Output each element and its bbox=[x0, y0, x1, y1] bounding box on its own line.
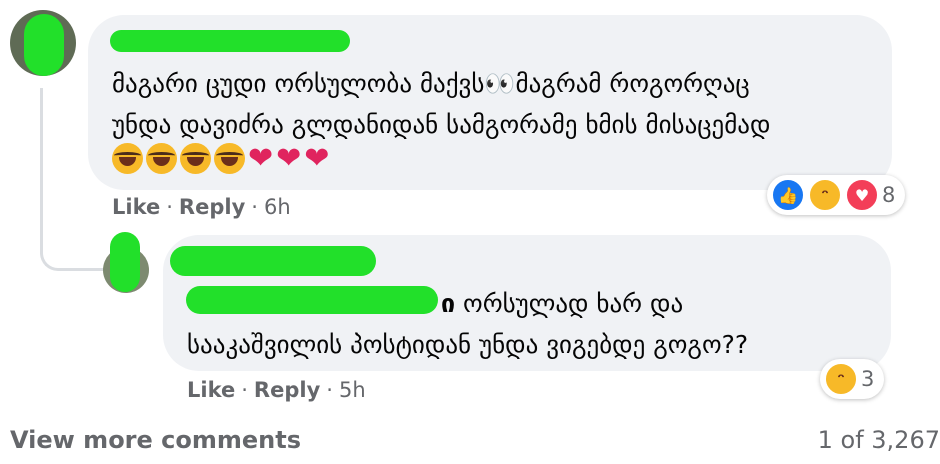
reaction-summary[interactable]: ᵔ 3 bbox=[820, 359, 885, 399]
emoji-row: ❤ ❤ ❤ bbox=[112, 143, 329, 175]
separator: · bbox=[166, 195, 173, 219]
haha-icon: ᵔ bbox=[824, 362, 858, 396]
redaction-scribble bbox=[110, 232, 140, 292]
tears-of-joy-icon bbox=[180, 143, 211, 174]
reply-actions: Like · Reply · 5h bbox=[187, 378, 366, 402]
reply-button[interactable]: Reply bbox=[179, 195, 245, 219]
reaction-count: 3 bbox=[861, 367, 875, 391]
reply-button[interactable]: Reply bbox=[254, 378, 320, 402]
comment-count: 1 of 3,267 bbox=[817, 426, 940, 454]
tears-of-joy-icon bbox=[214, 143, 245, 174]
timestamp[interactable]: 6h bbox=[264, 195, 291, 219]
like-button[interactable]: Like bbox=[187, 378, 235, 402]
redaction-scribble bbox=[110, 30, 350, 52]
view-more-comments-link[interactable]: View more comments bbox=[10, 426, 301, 454]
tears-of-joy-icon bbox=[112, 143, 143, 174]
heart-icon: ❤ bbox=[276, 141, 302, 176]
reaction-count: 8 bbox=[882, 183, 896, 207]
haha-icon: ᵔ bbox=[808, 178, 842, 212]
redaction-scribble bbox=[24, 14, 64, 76]
separator: · bbox=[326, 378, 333, 402]
like-button[interactable]: Like bbox=[112, 195, 160, 219]
like-icon: 👍 bbox=[771, 178, 805, 212]
redaction-scribble bbox=[170, 246, 376, 276]
reaction-summary[interactable]: 👍 ᵔ ♥ 8 bbox=[767, 175, 906, 215]
tears-of-joy-icon bbox=[146, 143, 177, 174]
reply-text: ი ორსულად ხარ და სააკაშვილის პოსტიდან უნ… bbox=[187, 283, 877, 365]
timestamp[interactable]: 5h bbox=[339, 378, 366, 402]
comment-actions: Like · Reply · 6h bbox=[112, 195, 291, 219]
mention-tag[interactable]: ი bbox=[441, 289, 455, 318]
comment-text: მაგარი ცუდი ორსულობა მაქვს👀მაგრამ როგორღ… bbox=[112, 69, 771, 139]
separator: · bbox=[251, 195, 258, 219]
reply-body: ორსულად ხარ და სააკაშვილის პოსტიდან უნდა… bbox=[187, 289, 749, 359]
heart-icon: ❤ bbox=[248, 141, 274, 176]
heart-icon: ❤ bbox=[304, 141, 330, 176]
separator: · bbox=[241, 378, 248, 402]
love-icon: ♥ bbox=[845, 178, 879, 212]
